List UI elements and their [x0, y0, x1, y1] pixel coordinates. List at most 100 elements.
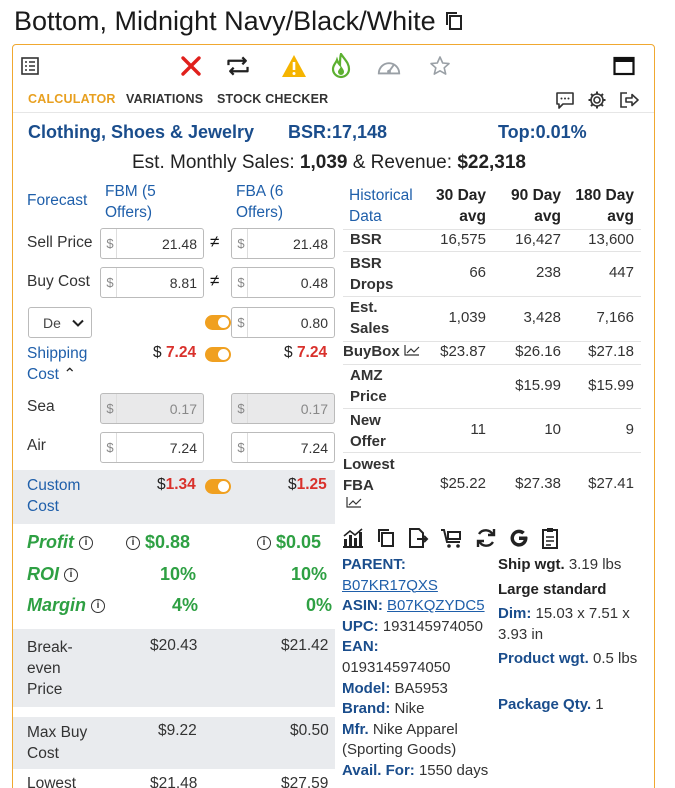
hist-cell: $27.41 — [588, 475, 634, 492]
revenue-label: & Revenue: — [352, 152, 453, 173]
lowest-fba: $27.59 — [281, 775, 329, 788]
forecast-label[interactable]: Forecast — [27, 192, 87, 210]
pkg-label: Package Qty. — [498, 695, 592, 713]
chevron-down-icon — [72, 319, 84, 327]
roi-label: ROI i — [27, 564, 79, 585]
repeat-icon[interactable] — [225, 53, 251, 79]
breakeven-fba: $21.42 — [281, 637, 329, 654]
avail-value: 1550 days — [418, 761, 489, 779]
fbm-header: FBM (5 Offers) — [105, 183, 156, 221]
warning-icon[interactable] — [281, 53, 307, 79]
ship-wgt-label: Ship wgt. — [498, 556, 565, 573]
copy-icon[interactable] — [376, 527, 396, 549]
custom-cost-fbm: $1.34 — [157, 476, 196, 493]
maxbuy-fba: $0.50 — [290, 722, 329, 739]
info-icon: i — [91, 599, 106, 614]
hist-row-label: BSR — [350, 231, 382, 248]
shipping-fba: $ 7.24 — [284, 344, 328, 361]
est-sales-line: Est. Monthly Sales: 1,039 & Revenue: $22… — [132, 152, 526, 174]
maxbuy-label: Max Buy Cost — [27, 724, 88, 762]
bar-chart-icon[interactable] — [341, 527, 365, 549]
not-equal-icon: ≠ — [210, 271, 220, 290]
shipping-toggle[interactable] — [205, 347, 231, 362]
hist-cell: 13,600 — [588, 231, 634, 248]
hist-cell: 11 — [470, 421, 486, 438]
hist-cell: $26.16 — [515, 343, 561, 360]
upc-value: 193145974050 — [382, 617, 483, 635]
ship-wgt-value: 3.19 lbs — [568, 556, 622, 573]
cart-icon[interactable] — [440, 527, 464, 549]
prep-fba-input[interactable]: $0.80 — [231, 307, 335, 338]
product-title-bar: Bottom, Midnight Navy/Black/White — [14, 4, 464, 38]
breakeven-fbm: $20.43 — [150, 637, 198, 654]
maxbuy-fbm: $9.22 — [158, 722, 197, 739]
gear-icon[interactable] — [586, 89, 608, 111]
hist-row-label: BuyBox — [343, 343, 420, 360]
margin-fbm: 4% — [172, 595, 199, 615]
lowest-label: Lowest — [27, 775, 77, 788]
hist-cell: 16,427 — [515, 231, 561, 248]
chat-icon[interactable] — [554, 89, 576, 111]
buy-cost-fbm-input[interactable]: $8.81 — [100, 267, 204, 298]
asin-label: ASIN: — [342, 597, 383, 615]
sell-price-label: Sell Price — [27, 234, 93, 251]
hist-cell: $23.87 — [440, 343, 486, 360]
model-value: BA5953 — [394, 679, 448, 697]
prep-select-value: De — [43, 314, 61, 331]
buy-cost-fba-input[interactable]: $0.48 — [231, 267, 335, 298]
clipboard-icon[interactable] — [541, 527, 559, 549]
copy-icon[interactable] — [444, 10, 464, 32]
air-fbm-input[interactable]: $7.24 — [100, 432, 204, 463]
est-sales-label: Est. Monthly Sales: — [132, 152, 295, 173]
hist-cell: $15.99 — [515, 377, 561, 394]
prep-toggle[interactable] — [205, 315, 231, 330]
hist-cell: $25.22 — [440, 475, 486, 492]
product-specs: Ship wgt. 3.19 lbs Large standard Dim: 1… — [498, 555, 648, 716]
fba-header: FBA (6 Offers) — [236, 183, 284, 221]
refresh-icon[interactable] — [475, 527, 497, 549]
sell-price-fbm-input[interactable]: $21.48 — [100, 228, 204, 259]
custom-cost-label[interactable]: Custom Cost — [27, 475, 97, 517]
air-fba-input[interactable]: $7.24 — [231, 432, 335, 463]
tab-variations[interactable]: VARIATIONS — [126, 92, 203, 106]
window-icon[interactable] — [611, 53, 637, 79]
google-icon[interactable] — [508, 527, 530, 549]
mfr-label: Mfr. — [342, 720, 369, 738]
revenue-value: $22,318 — [457, 152, 526, 173]
list-icon[interactable] — [17, 53, 43, 79]
bsr-value: BSR:17,148 — [288, 122, 388, 142]
tab-bar: CALCULATOR VARIATIONS STOCK CHECKER — [13, 85, 654, 113]
tab-stock-checker[interactable]: STOCK CHECKER — [217, 92, 328, 106]
historical-header[interactable]: Historical Data — [349, 185, 429, 227]
hist-cell: 3,428 — [523, 309, 561, 326]
air-label: Air — [27, 437, 46, 454]
flame-icon[interactable] — [328, 53, 354, 79]
sell-price-fba-input[interactable]: $21.48 — [231, 228, 335, 259]
asin-link[interactable]: B07KQZYDC5 — [387, 597, 485, 614]
file-export-icon[interactable] — [407, 527, 429, 549]
lowest-fbm: $21.48 — [150, 775, 198, 788]
chart-icon[interactable] — [346, 496, 362, 508]
sea-label: Sea — [27, 398, 55, 415]
hist-row-label: BSR Drops — [350, 255, 394, 293]
margin-label: Margin i — [27, 595, 106, 616]
shipping-cost-label[interactable]: Shipping Cost ⌃ — [27, 343, 97, 385]
star-icon[interactable] — [427, 53, 453, 79]
hist-row-label: AMZ Price — [350, 367, 387, 405]
sea-fba-input: $0.17 — [231, 393, 335, 424]
toolbar — [13, 45, 654, 85]
gauge-icon[interactable] — [376, 53, 402, 79]
tab-calculator[interactable]: CALCULATOR — [28, 92, 116, 106]
brand-label: Brand: — [342, 700, 391, 718]
hist-cell: 9 — [625, 421, 634, 438]
prep-select[interactable]: De — [28, 307, 92, 338]
parent-asin-link[interactable]: B07KR17QXS — [342, 577, 438, 594]
custom-cost-toggle[interactable] — [205, 479, 231, 494]
col-90-header: 90 Day avg — [511, 187, 561, 225]
sign-out-icon[interactable] — [618, 89, 640, 111]
close-icon[interactable] — [178, 53, 204, 79]
avail-label: Avail. For: — [342, 761, 415, 779]
prod-wgt-label: Product wgt. — [498, 650, 589, 668]
roi-fba: 10% — [291, 564, 328, 584]
product-title: Bottom, Midnight Navy/Black/White — [14, 5, 436, 36]
